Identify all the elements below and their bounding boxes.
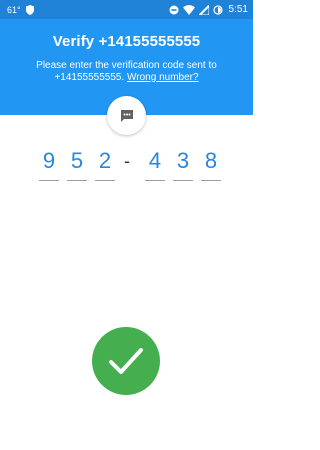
clock: 5:51 xyxy=(228,4,248,15)
verification-message: Please enter the verification code sent … xyxy=(18,60,235,84)
verification-code-input: 9 5 2 - 4 3 8 xyxy=(0,147,253,181)
shield-icon xyxy=(25,4,34,15)
code-digit-3[interactable]: 2 xyxy=(95,147,115,181)
temperature-label: 61° xyxy=(7,4,21,15)
page-title: Verify +14155555555 xyxy=(52,33,201,50)
code-digit-1[interactable]: 9 xyxy=(39,147,59,181)
code-digit-2[interactable]: 5 xyxy=(67,147,87,181)
message-bubble xyxy=(107,96,146,135)
code-digit-4[interactable]: 4 xyxy=(145,147,165,181)
verify-screen: 61° 5:51 Verify +14155555555 Please ente… xyxy=(0,0,253,450)
success-indicator xyxy=(92,327,160,395)
code-separator: - xyxy=(124,151,130,171)
checkmark-icon xyxy=(104,339,148,383)
signal-icon xyxy=(198,4,209,15)
message-bubble-icon xyxy=(120,109,134,123)
wifi-icon xyxy=(182,4,195,15)
do-not-disturb-icon xyxy=(169,5,179,15)
code-digit-6[interactable]: 8 xyxy=(201,147,221,181)
code-digit-5[interactable]: 3 xyxy=(173,147,193,181)
battery-icon xyxy=(212,4,223,15)
wrong-number-link[interactable]: Wrong number? xyxy=(127,72,199,83)
status-bar: 61° 5:51 xyxy=(0,0,253,19)
